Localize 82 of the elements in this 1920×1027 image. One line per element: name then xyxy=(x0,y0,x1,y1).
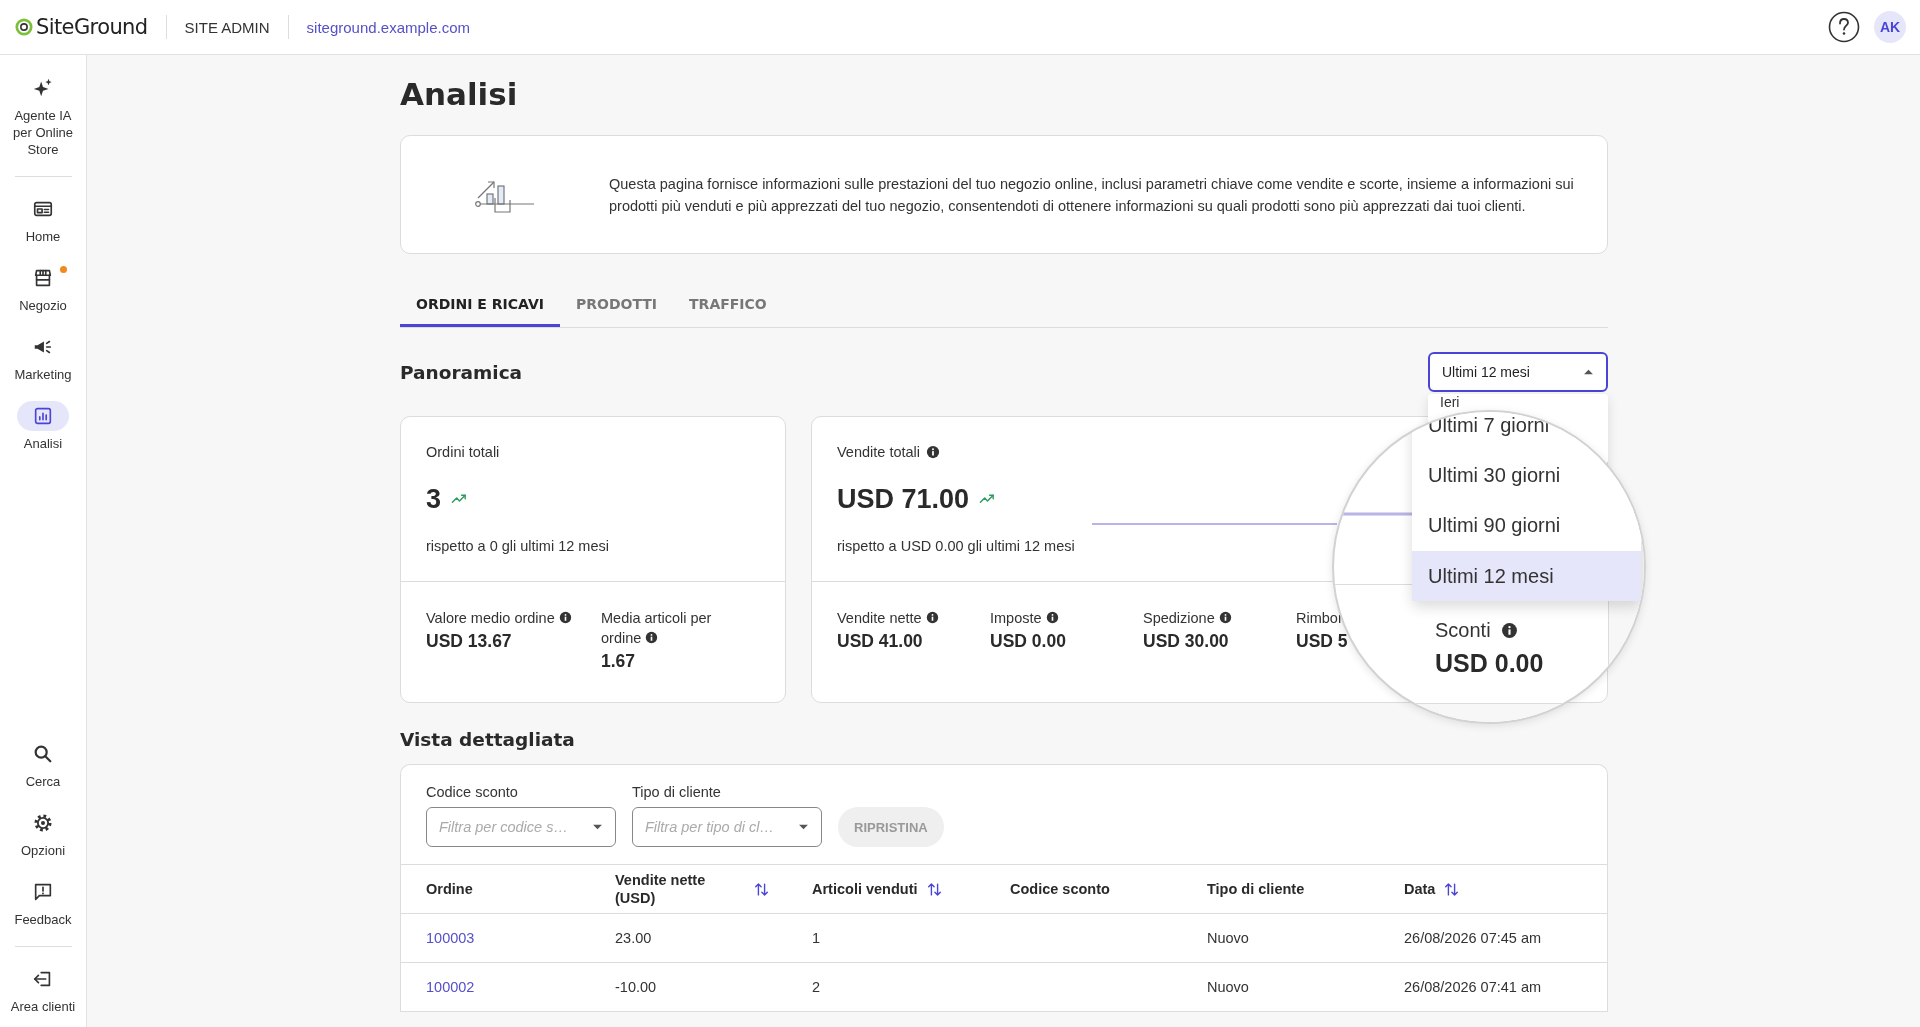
table-cell: 23.00 xyxy=(615,930,652,946)
metric-label: Valore medio ordine xyxy=(426,608,576,628)
column-header: Vendite nette (USD) xyxy=(615,871,707,907)
dropdown-option[interactable]: Ultimi 30 giorni xyxy=(1412,462,1641,488)
sidebar-item[interactable]: Cerca xyxy=(6,739,80,790)
metric-value: USD 13.67 xyxy=(426,630,513,653)
table-cell: Nuovo xyxy=(1207,979,1249,995)
intro-text: Questa pagina fornisce informazioni sulle prestazioni del tuo negozio online, inclusi parametri chiave come vendite e scorte, insieme a informazioni sui prodotti più venduti e più apprezzati del tuo negozio, consentendoti di ottenere informazioni su quali prodotti sono più apprezzati dai tuoi clienti. xyxy=(609,174,1575,216)
info-icon[interactable] xyxy=(926,445,941,459)
filter-label: Tipo di cliente xyxy=(632,783,722,801)
column-header: Ordine xyxy=(426,880,473,898)
info-icon[interactable] xyxy=(1500,621,1518,639)
dropdown-option[interactable]: Ieri xyxy=(1428,394,1608,410)
caret-icon xyxy=(1583,368,1594,376)
metric-value: USD 71.00 xyxy=(837,483,970,516)
metric-value: 3 xyxy=(426,483,442,516)
column-header: Codice sconto xyxy=(1010,880,1110,898)
order-link[interactable]: 100002 xyxy=(426,979,475,995)
caret-icon xyxy=(592,823,603,831)
comparison-text: rispetto a 0 gli ultimi 12 mesi xyxy=(426,537,609,555)
info-icon[interactable] xyxy=(645,631,659,644)
info-icon[interactable] xyxy=(925,611,939,624)
comparison-text: rispetto a USD 0.00 gli ultimi 12 mesi xyxy=(837,537,1075,555)
section-title: Vista dettagliata xyxy=(400,728,576,752)
metric-label: Spedizione xyxy=(1143,608,1296,628)
table-cell: 26/08/2026 07:45 am xyxy=(1404,930,1542,946)
info-icon[interactable] xyxy=(1045,611,1059,624)
avatar[interactable]: AK xyxy=(1874,11,1906,43)
sidebar-item[interactable]: Analisi xyxy=(6,401,80,452)
table-cell: 2 xyxy=(812,979,821,995)
sidebar-item[interactable]: Agente IA per Online Store xyxy=(6,73,80,158)
tab[interactable]: PRODOTTI xyxy=(559,284,674,327)
sidebar-item[interactable]: Marketing xyxy=(6,332,80,383)
dropdown-option[interactable]: Ultimi 7 giorni xyxy=(1412,412,1641,438)
site-link[interactable]: siteground.example.com xyxy=(306,18,470,36)
dropdown-option[interactable]: Ultimi 90 giorni xyxy=(1412,512,1641,538)
order-link[interactable]: 100003 xyxy=(426,930,475,946)
dropdown-option[interactable]: Ultimi 12 mesi xyxy=(1412,551,1641,601)
table-cell: 1 xyxy=(812,930,821,946)
info-icon[interactable] xyxy=(1218,611,1232,624)
sidebar-item[interactable]: Feedback xyxy=(6,877,80,928)
logo[interactable]: SiteGround xyxy=(15,15,148,39)
metric-label: Imposte xyxy=(990,608,1143,628)
info-icon[interactable] xyxy=(558,611,572,624)
section-label: SITE ADMIN xyxy=(184,18,270,36)
metric-label: Vendite nette xyxy=(837,608,990,628)
search-icon xyxy=(32,743,54,765)
metric-value: USD 0.00 xyxy=(1435,648,1544,679)
column-header: Articoli venduti xyxy=(812,880,918,898)
section-title: Panoramica xyxy=(400,361,523,383)
card-title: Ordini totali xyxy=(426,443,500,461)
sidebar-item[interactable]: Area clienti xyxy=(6,964,80,1015)
metric-value: USD 41.00 xyxy=(837,630,924,653)
card-title: Vendite totali xyxy=(837,443,921,461)
column-header: Tipo di cliente xyxy=(1207,880,1305,898)
sort-icon[interactable] xyxy=(1443,880,1461,898)
metric-value: 1.67 xyxy=(601,650,637,673)
feedback-icon xyxy=(32,881,54,903)
chart-icon xyxy=(32,405,54,427)
filter-label: Codice sconto xyxy=(426,783,519,801)
metric-label: Media articoli per ordine xyxy=(601,609,713,648)
metric-value: USD 30.00 xyxy=(1143,630,1230,653)
settings-icon xyxy=(32,812,54,834)
column-header: Data xyxy=(1404,880,1436,898)
tab[interactable]: TRAFFICO xyxy=(673,284,783,327)
sort-icon[interactable] xyxy=(925,880,943,898)
sidebar-item[interactable]: Home xyxy=(6,194,80,245)
sort-icon[interactable] xyxy=(753,880,770,898)
tab[interactable]: ORDINI E RICAVI xyxy=(400,284,560,327)
metric-label: Rimbor xyxy=(1296,609,1344,628)
store-icon xyxy=(32,267,54,289)
metric-label: Sconti xyxy=(1435,618,1491,643)
table-cell: -10.00 xyxy=(615,979,657,995)
caret-icon xyxy=(798,823,809,831)
page-title: Analisi xyxy=(400,75,519,114)
sidebar-item[interactable]: Opzioni xyxy=(6,808,80,859)
table-cell: 26/08/2026 07:41 am xyxy=(1404,979,1542,995)
table-cell: Nuovo xyxy=(1207,930,1249,946)
help-icon[interactable] xyxy=(1828,11,1860,43)
period-select[interactable]: Ultimi 12 mesi xyxy=(1428,352,1608,392)
metric-value: USD 0.00 xyxy=(990,630,1067,653)
sidebar-item[interactable]: Negozio xyxy=(6,263,80,314)
